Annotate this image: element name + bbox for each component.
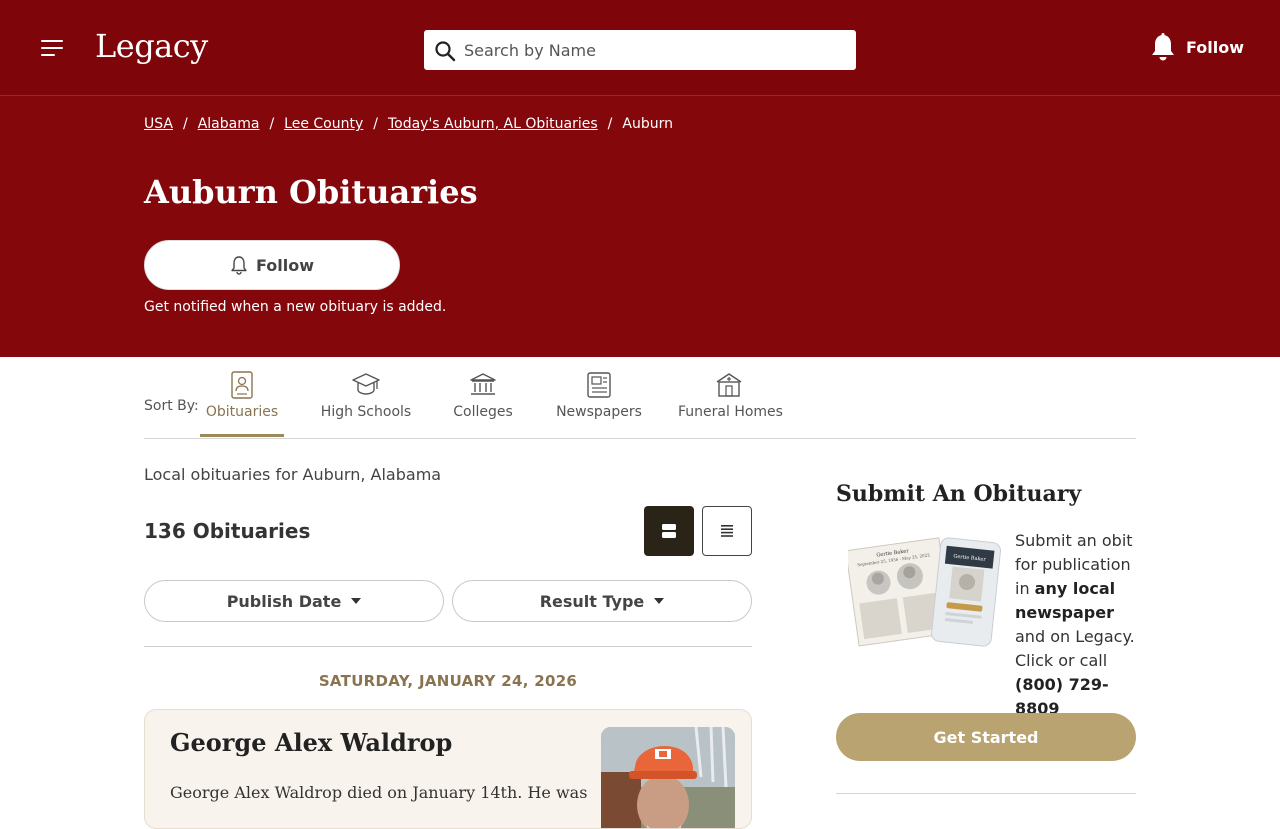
follow-button[interactable]: Follow	[144, 240, 400, 290]
follow-note: Get notified when a new obituary is adde…	[144, 299, 447, 315]
tab-newspapers-label: Newspapers	[556, 404, 642, 420]
card-view-button[interactable]	[644, 506, 694, 556]
breadcrumb-separator: /	[269, 116, 275, 132]
sidebar-divider	[836, 793, 1136, 794]
breadcrumb-usa[interactable]: USA	[144, 116, 173, 132]
publish-date-label: Publish Date	[226, 591, 342, 611]
result-type-dropdown[interactable]: Result Type	[452, 580, 752, 622]
bell-outline-icon	[231, 256, 247, 275]
tab-newspapers[interactable]: Newspapers	[554, 371, 644, 437]
graduation-cap-icon	[352, 373, 380, 395]
date-heading: SATURDAY, JANUARY 24, 2026	[318, 672, 578, 690]
obituary-count: 136 Obituaries	[144, 519, 311, 543]
breadcrumb-separator: /	[607, 116, 613, 132]
sort-bar: Sort By: Obituaries High Schools College…	[144, 357, 1136, 439]
header-follow-button[interactable]: Follow	[1150, 32, 1244, 62]
breadcrumb-separator: /	[373, 116, 378, 132]
result-type-label: Result Type	[539, 591, 645, 611]
obituary-snippet: George Alex Waldrop died on January 14th…	[170, 783, 588, 802]
obituary-card[interactable]: George Alex Waldrop George Alex Waldrop …	[144, 709, 752, 829]
tab-colleges[interactable]: Colleges	[448, 371, 518, 437]
breadcrumb: USA / Alabama / Lee County / Today's Aub…	[144, 116, 673, 132]
caret-down-icon	[351, 598, 362, 604]
caret-down-icon	[654, 598, 665, 604]
header-follow-label: Follow	[1186, 37, 1245, 57]
breadcrumb-todays-obituaries[interactable]: Today's Auburn, AL Obituaries	[388, 116, 598, 132]
hamburger-menu-icon[interactable]	[41, 40, 63, 56]
phone-number[interactable]: (800) 729-8809	[1015, 675, 1109, 718]
newspaper-and-phone-illustration: Gertie Baker September 25, 1936 - May 25…	[845, 532, 1002, 654]
funeral-home-icon	[716, 373, 742, 397]
breadcrumb-lee-county[interactable]: Lee County	[284, 116, 363, 132]
newspaper-icon	[587, 372, 611, 398]
legacy-logo[interactable]: Legacy	[95, 26, 208, 66]
search-icon	[435, 41, 456, 62]
obituary-portrait-icon	[231, 371, 253, 399]
list-view-icon	[721, 525, 733, 537]
page-title: Auburn Obituaries	[144, 173, 478, 211]
tab-high-schools[interactable]: High Schools	[320, 371, 412, 437]
obituary-name[interactable]: George Alex Waldrop	[170, 728, 452, 757]
tab-obituaries[interactable]: Obituaries	[200, 371, 284, 437]
tab-high-schools-label: High Schools	[320, 404, 412, 420]
tab-obituaries-label: Obituaries	[205, 404, 279, 420]
search-input[interactable]	[464, 30, 844, 70]
breadcrumb-separator: /	[182, 116, 188, 132]
submit-obituary-text: Submit an obit for publication in any lo…	[1015, 529, 1139, 721]
tab-funeral-homes[interactable]: Funeral Homes	[678, 371, 783, 437]
obituary-photo[interactable]	[601, 727, 735, 828]
submit-text-part: and on Legacy. Click or call	[1015, 627, 1135, 670]
card-view-icon	[662, 524, 676, 538]
hero-banner: USA / Alabama / Lee County / Today's Aub…	[0, 96, 1280, 357]
list-view-button[interactable]	[702, 506, 752, 556]
tab-colleges-label: Colleges	[453, 404, 513, 420]
bell-icon	[1152, 33, 1174, 61]
submit-obituary-title: Submit An Obituary	[836, 481, 1082, 507]
breadcrumb-current: Auburn	[622, 116, 673, 132]
divider	[144, 646, 752, 647]
get-started-button[interactable]: Get Started	[836, 713, 1136, 761]
top-navigation: Legacy Follow	[0, 0, 1280, 96]
search-box[interactable]	[424, 30, 856, 70]
publish-date-dropdown[interactable]: Publish Date	[144, 580, 444, 622]
tab-funeral-homes-label: Funeral Homes	[678, 404, 783, 420]
local-description: Local obituaries for Auburn, Alabama	[144, 465, 442, 484]
college-building-icon	[470, 373, 496, 395]
follow-button-label: Follow	[255, 255, 314, 275]
sort-by-label: Sort By:	[144, 398, 199, 414]
breadcrumb-alabama[interactable]: Alabama	[198, 116, 260, 132]
